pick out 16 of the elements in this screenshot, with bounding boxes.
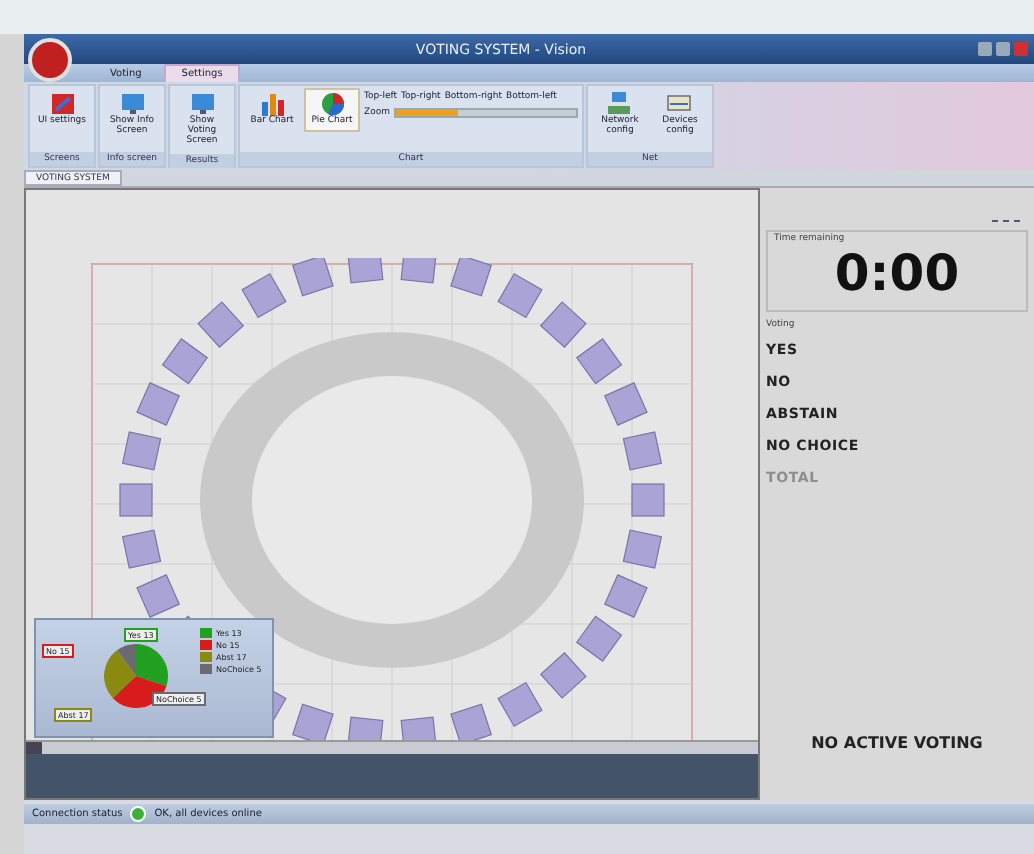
close-icon[interactable] (1014, 42, 1028, 56)
bar-chart-icon (259, 92, 285, 116)
voting-status: NO ACTIVE VOTING (809, 734, 985, 752)
horizontal-scrollbar[interactable] (26, 740, 758, 754)
minimize-icon[interactable] (978, 42, 992, 56)
time-remaining: 0:00 (832, 244, 962, 302)
monitor-icon (189, 92, 215, 116)
pie-chart-icon (319, 92, 345, 116)
devices-icon (666, 92, 693, 116)
maximize-icon[interactable] (996, 42, 1010, 56)
monitor-icon (119, 92, 145, 116)
zoom-slider[interactable] (393, 108, 578, 118)
app-logo[interactable] (28, 38, 72, 82)
network-icon (606, 92, 633, 116)
dash-line (992, 220, 1020, 222)
settings-icon (49, 92, 75, 116)
